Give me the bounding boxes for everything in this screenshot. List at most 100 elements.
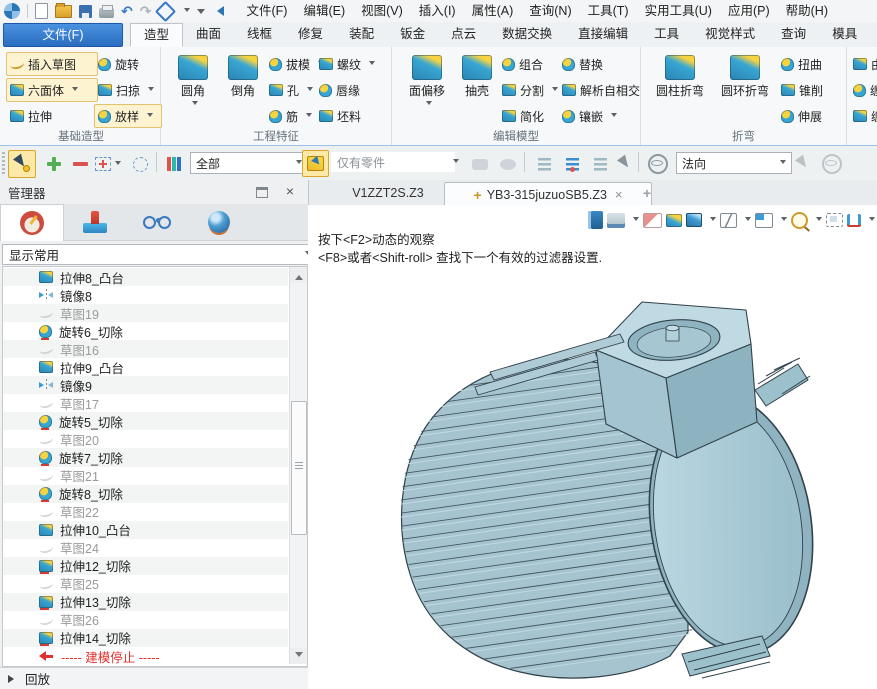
- redo-icon[interactable]: ↷: [140, 3, 152, 19]
- pick-last-button[interactable]: [612, 150, 640, 178]
- entity-filter-combo[interactable]: 全部: [190, 152, 308, 174]
- collapse-ribbon-icon[interactable]: [212, 6, 224, 16]
- replay-section[interactable]: 回放: [0, 667, 316, 689]
- save-file-icon[interactable]: [79, 5, 92, 18]
- window-select-button[interactable]: [92, 150, 124, 178]
- scroll-down-button[interactable]: [290, 648, 307, 664]
- hole-button[interactable]: 孔: [265, 78, 315, 102]
- dropdown-arrow-icon[interactable]: [115, 161, 121, 168]
- tree-item[interactable]: 草图19: [3, 304, 288, 322]
- graphics-viewport[interactable]: 按下<F2>动态的观察 <F8>或者<Shift-roll> 查找下一个有效的过…: [308, 205, 877, 689]
- dropdown-arrow-icon[interactable]: [869, 217, 875, 224]
- dropdown-arrow-icon[interactable]: [633, 217, 639, 224]
- inlay-button[interactable]: 镶嵌: [558, 104, 628, 128]
- new-file-icon[interactable]: [35, 3, 48, 19]
- dropdown-arrow-icon[interactable]: [306, 113, 312, 120]
- tree-item[interactable]: 草图26: [3, 611, 288, 629]
- customize-toolbar-icon[interactable]: [197, 9, 205, 18]
- pick-target-icon[interactable]: [155, 0, 176, 21]
- ribbon-tab-2[interactable]: 线框: [234, 22, 285, 47]
- dropdown-arrow-icon[interactable]: [192, 101, 198, 108]
- undo-icon[interactable]: ↶: [121, 3, 133, 19]
- section-view-icon[interactable]: [847, 214, 861, 227]
- menu-item-3[interactable]: 插入(I): [411, 0, 464, 22]
- snap-off-button-2[interactable]: [494, 150, 522, 178]
- tree-item[interactable]: 旋转7_切除: [3, 448, 288, 466]
- fit-window-icon[interactable]: [826, 213, 843, 227]
- pick-from-part-button[interactable]: [302, 150, 329, 177]
- tree-scrollbar[interactable]: [289, 267, 307, 664]
- stretch-button[interactable]: 伸展: [777, 104, 841, 128]
- shaded-display-icon[interactable]: [686, 213, 702, 227]
- ribbon-tab-8[interactable]: 直接编辑: [565, 22, 641, 47]
- tree-item[interactable]: 草图24: [3, 539, 288, 557]
- ribbon-tab-4[interactable]: 装配: [336, 22, 387, 47]
- rib-button[interactable]: 筋: [265, 104, 315, 128]
- tree-item[interactable]: 草图17: [3, 394, 288, 412]
- insert-sketch-button[interactable]: 插入草图: [6, 52, 98, 76]
- pick-scope-field[interactable]: 仅有零件: [331, 152, 455, 172]
- dropdown-arrow-icon[interactable]: [611, 113, 617, 120]
- simplify-button[interactable]: 简化: [498, 104, 560, 128]
- open-file-icon[interactable]: [55, 5, 72, 18]
- ribbon-tab-11[interactable]: 查询: [768, 22, 819, 47]
- tree-item[interactable]: 草图21: [3, 467, 288, 485]
- tree-item[interactable]: 拉伸9_凸台: [3, 358, 288, 376]
- dropdown-arrow-icon[interactable]: [781, 217, 787, 224]
- chevron-down-icon[interactable]: [184, 8, 190, 15]
- tree-view-filter-combo[interactable]: 显示常用: [2, 244, 318, 265]
- dropdown-arrow-icon[interactable]: [148, 87, 154, 94]
- ribbon-tab-6[interactable]: 点云: [438, 22, 489, 47]
- modeling-stop-marker[interactable]: ----- 建模停止 -----: [3, 647, 288, 665]
- clipped-button-1[interactable]: 由: [849, 52, 877, 76]
- solid-manager-tab[interactable]: [64, 204, 126, 240]
- tree-item[interactable]: 草图16: [3, 340, 288, 358]
- close-panel-icon[interactable]: ×: [286, 183, 294, 199]
- color-filter-button[interactable]: [160, 150, 188, 178]
- tree-item[interactable]: 拉伸13_切除: [3, 593, 288, 611]
- tree-item[interactable]: 拉伸10_凸台: [3, 521, 288, 539]
- ribbon-tab-9[interactable]: 工具: [641, 22, 692, 47]
- loft-button[interactable]: 放样: [94, 104, 162, 128]
- erase-icon[interactable]: [643, 213, 662, 228]
- ribbon-tab-10[interactable]: 视觉样式: [692, 22, 768, 47]
- menu-item-8[interactable]: 应用(P): [720, 0, 778, 22]
- menu-item-2[interactable]: 视图(V): [353, 0, 411, 22]
- view-restore-icon[interactable]: [607, 213, 625, 228]
- tree-item[interactable]: 镜像8: [3, 286, 288, 304]
- pick-from-list-button-1[interactable]: [530, 150, 558, 178]
- new-tab-button[interactable]: +: [638, 184, 656, 202]
- menu-item-4[interactable]: 属性(A): [464, 0, 522, 22]
- remove-from-selection-button[interactable]: [66, 150, 94, 178]
- dropdown-arrow-icon[interactable]: [307, 87, 313, 94]
- clipped-button-2[interactable]: 缠: [849, 78, 877, 102]
- resolve-self-intersection-button[interactable]: 解析自相交: [558, 78, 646, 102]
- box-button[interactable]: 六面体: [6, 78, 98, 102]
- pick-option-button-1[interactable]: [790, 150, 818, 178]
- tree-item[interactable]: 拉伸14_切除: [3, 629, 288, 647]
- zoom-icon[interactable]: [791, 212, 808, 229]
- stock-button[interactable]: 坯料: [315, 104, 379, 128]
- ribbon-tab-5[interactable]: 钣金: [387, 22, 438, 47]
- thread-button[interactable]: 螺纹: [315, 52, 387, 76]
- clipped-button-3[interactable]: 缠: [849, 104, 877, 128]
- tree-item[interactable]: 拉伸8_凸台: [3, 268, 288, 286]
- ribbon-tab-0[interactable]: 造型: [130, 23, 183, 47]
- revolve-button[interactable]: 旋转: [94, 52, 162, 76]
- wireframe-display-icon[interactable]: [720, 213, 737, 228]
- replace-button[interactable]: 替换: [558, 52, 622, 76]
- tree-item[interactable]: 拉伸12_切除: [3, 557, 288, 575]
- orientation-combo[interactable]: 法向: [676, 152, 792, 174]
- tree-item[interactable]: 草图20: [3, 430, 288, 448]
- scroll-up-button[interactable]: [290, 267, 307, 283]
- print-icon[interactable]: [99, 8, 114, 18]
- combine-button[interactable]: 组合: [498, 52, 560, 76]
- twist-button[interactable]: 扭曲: [777, 52, 841, 76]
- scrollbar-thumb[interactable]: [291, 401, 307, 535]
- divide-button[interactable]: 分割: [498, 78, 564, 102]
- sweep-button[interactable]: 扫掠: [94, 78, 162, 102]
- dropdown-arrow-icon[interactable]: [147, 113, 153, 120]
- menu-item-6[interactable]: 工具(T): [580, 0, 637, 22]
- dropdown-arrow-icon[interactable]: [72, 87, 78, 94]
- ribbon-tab-3[interactable]: 修复: [285, 22, 336, 47]
